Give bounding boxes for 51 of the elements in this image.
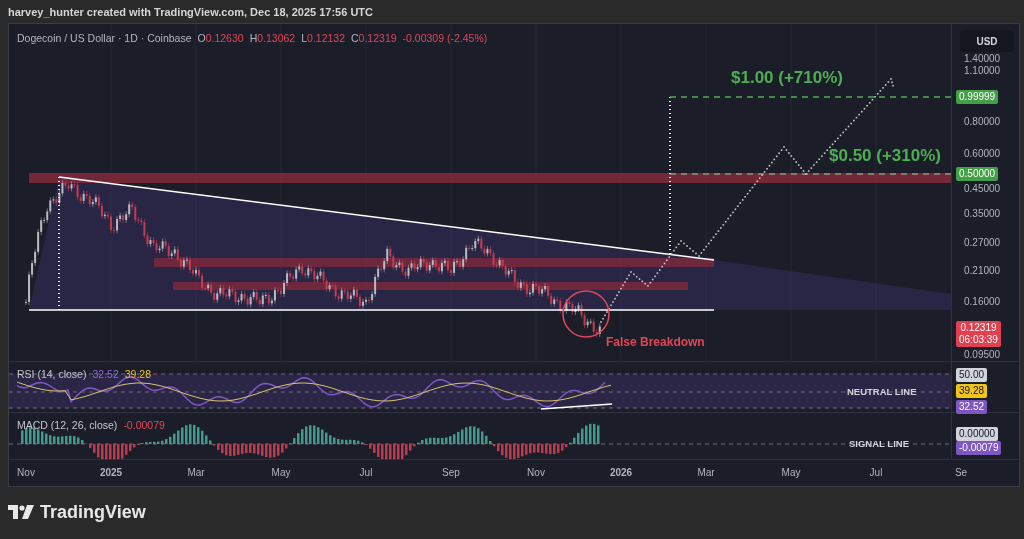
indicator-badge: 0.00000 xyxy=(956,427,999,441)
chart-caption: harvey_hunter created with TradingView.com, Dec 18, 2025 17:56 UTC xyxy=(8,5,374,20)
ohlc-value: H0.13062 xyxy=(249,32,296,44)
price-tick: 1.10000 xyxy=(964,65,1001,77)
logo-icon xyxy=(8,505,34,519)
ohlc-value: C0.12319 xyxy=(351,32,397,44)
indicator-badge: -0.00079 xyxy=(956,441,1002,455)
line-label: SIGNAL LINE xyxy=(849,438,909,449)
price-target-label: $1.00 (+710%) xyxy=(731,68,843,88)
time-tick: 2025 xyxy=(99,467,123,478)
indicator-value: 39.28 xyxy=(124,368,151,380)
price-target-label: $0.50 (+310%) xyxy=(829,146,941,166)
time-tick: Jul xyxy=(359,467,373,478)
price-tick: 0.80000 xyxy=(964,116,1001,128)
indicator-title: RSI (14, close) xyxy=(17,368,87,380)
ohlc-value: O0.12630 xyxy=(197,32,244,44)
time-tick: Jul xyxy=(869,467,883,478)
line-label: NEUTRAL LINE xyxy=(847,386,917,397)
price-tick: 0.35000 xyxy=(964,208,1001,220)
price-badge: 0.50000 xyxy=(956,167,999,181)
time-tick: Nov xyxy=(17,467,35,478)
time-tick: Nov xyxy=(527,467,545,478)
price-tick: 0.45000 xyxy=(964,183,1001,195)
time-tick: May xyxy=(781,467,801,478)
indicator-badge: 32.52 xyxy=(956,400,988,414)
price-tick: 0.27000 xyxy=(964,237,1001,249)
symbol-title: Dogecoin / US Dollar · 1D · Coinbase xyxy=(17,32,192,44)
price-tick: 0.21000 xyxy=(964,265,1001,277)
time-tick: Se xyxy=(954,467,968,478)
time-tick: Sep xyxy=(442,467,460,478)
indicator-value: 32.52 xyxy=(92,368,119,380)
time-tick: Mar xyxy=(187,467,205,478)
price-tick: 0.60000 xyxy=(964,148,1001,160)
annotation-label: False Breakdown xyxy=(606,335,705,349)
time-tick: Mar xyxy=(697,467,715,478)
indicator-badge: 39.28 xyxy=(956,384,988,398)
time-tick: 2026 xyxy=(609,467,633,478)
breakdown-circle xyxy=(562,290,610,338)
last-price-badge: 0.12319 06:03:39 xyxy=(956,321,1001,347)
price-badge: 0.99999 xyxy=(956,90,999,104)
price-tick: 0.09500 xyxy=(964,349,1001,361)
time-tick: May xyxy=(271,467,291,478)
price-tick: 1.40000 xyxy=(964,53,1001,65)
currency-button[interactable]: USD xyxy=(960,30,1014,52)
price-tick: 0.16000 xyxy=(964,296,1001,308)
indicator-badge: 50.00 xyxy=(956,368,988,382)
indicator-title: MACD (12, 26, close) xyxy=(17,419,118,431)
indicator-value: -0.00079 xyxy=(123,419,165,431)
ohlc-value: L0.12132 xyxy=(301,32,345,44)
price-change: -0.00309 (-2.45%) xyxy=(402,32,488,44)
brand-name: TradingView xyxy=(40,501,146,523)
